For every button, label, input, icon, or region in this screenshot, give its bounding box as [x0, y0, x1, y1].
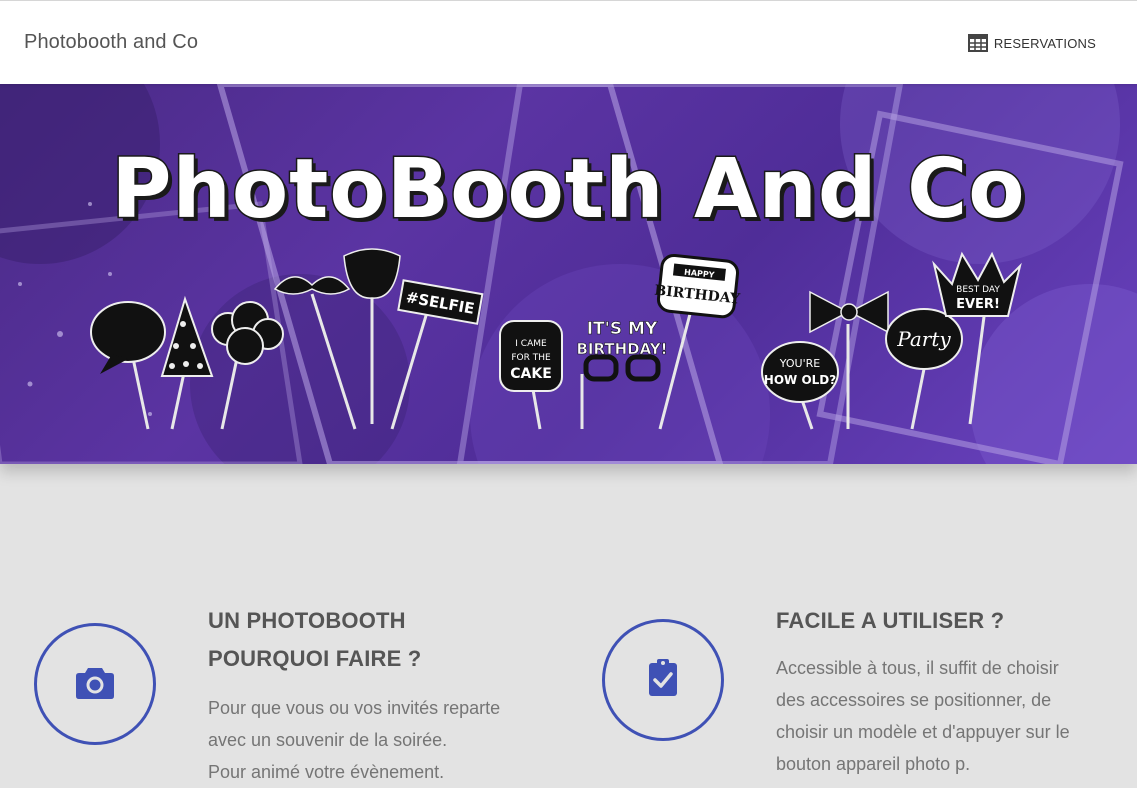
feature-2-text-line-3: choisir un modèle et d'appuyer sur le [776, 722, 1070, 742]
reservations-label: RESERVATIONS [993, 35, 1096, 51]
feature-2-text-line-4: bouton appareil photo p. [776, 754, 971, 774]
svg-text:CAKE: CAKE [510, 366, 552, 382]
feature-1-title-line-2: POURQUOI FAIRE ? [208, 646, 422, 671]
svg-text:EVER!: EVER! [956, 297, 1000, 312]
feature-1-text-line-1: Pour que vous ou vos invités reparte [208, 698, 501, 718]
svg-text:YOU'RE: YOU'RE [779, 357, 820, 370]
top-app-bar: Photobooth and Co RESERVATIONS [0, 0, 1137, 84]
prop-party-text: Party [896, 327, 951, 351]
camera-icon [75, 664, 115, 705]
brand-link[interactable]: Photobooth and Co [24, 31, 198, 54]
hero-title: PhotoBooth And Co [110, 141, 1026, 239]
svg-text:HOW OLD?: HOW OLD? [764, 373, 836, 387]
feature-1-title-line-1: UN PHOTOBOOTH [208, 608, 406, 633]
hero-background-image: #SELFIE I CAME FOR THE CAKE IT'S MY BIRT… [0, 84, 1137, 464]
feature-1-text-line-2: avec un souvenir de la soirée. [208, 730, 448, 750]
feature-2-text: Accessible à tous, il suffit de choisir … [776, 652, 1070, 780]
feature-1-title: UN PHOTOBOOTH POURQUOI FAIRE ? [208, 602, 421, 678]
clipboard-check-icon [648, 658, 678, 702]
feature-1-icon-circle [34, 623, 156, 745]
reservations-link[interactable]: RESERVATIONS [967, 34, 1096, 52]
calendar-table-icon [967, 34, 988, 52]
hero-banner: #SELFIE I CAME FOR THE CAKE IT'S MY BIRT… [0, 84, 1137, 464]
feature-2-title: FACILE A UTILISER ? [776, 602, 1004, 640]
svg-text:BEST DAY: BEST DAY [956, 285, 1000, 295]
feature-2-text-line-2: des accessoires se positionner, de [776, 690, 1052, 710]
svg-text:I CAME: I CAME [515, 339, 547, 349]
svg-text:FOR THE: FOR THE [511, 353, 551, 363]
svg-text:IT'S MY: IT'S MY [587, 319, 658, 339]
features-section: UN PHOTOBOOTH POURQUOI FAIRE ? Pour que … [0, 464, 1137, 782]
feature-1-text: Pour que vous ou vos invités reparte ave… [208, 692, 500, 788]
feature-1-text-line-3: Pour animé votre évènement. [208, 762, 445, 782]
feature-2-title-line-1: FACILE A UTILISER ? [776, 608, 1005, 633]
feature-2-text-line-1: Accessible à tous, il suffit de choisir [776, 658, 1059, 678]
feature-2-icon-circle [602, 619, 724, 741]
